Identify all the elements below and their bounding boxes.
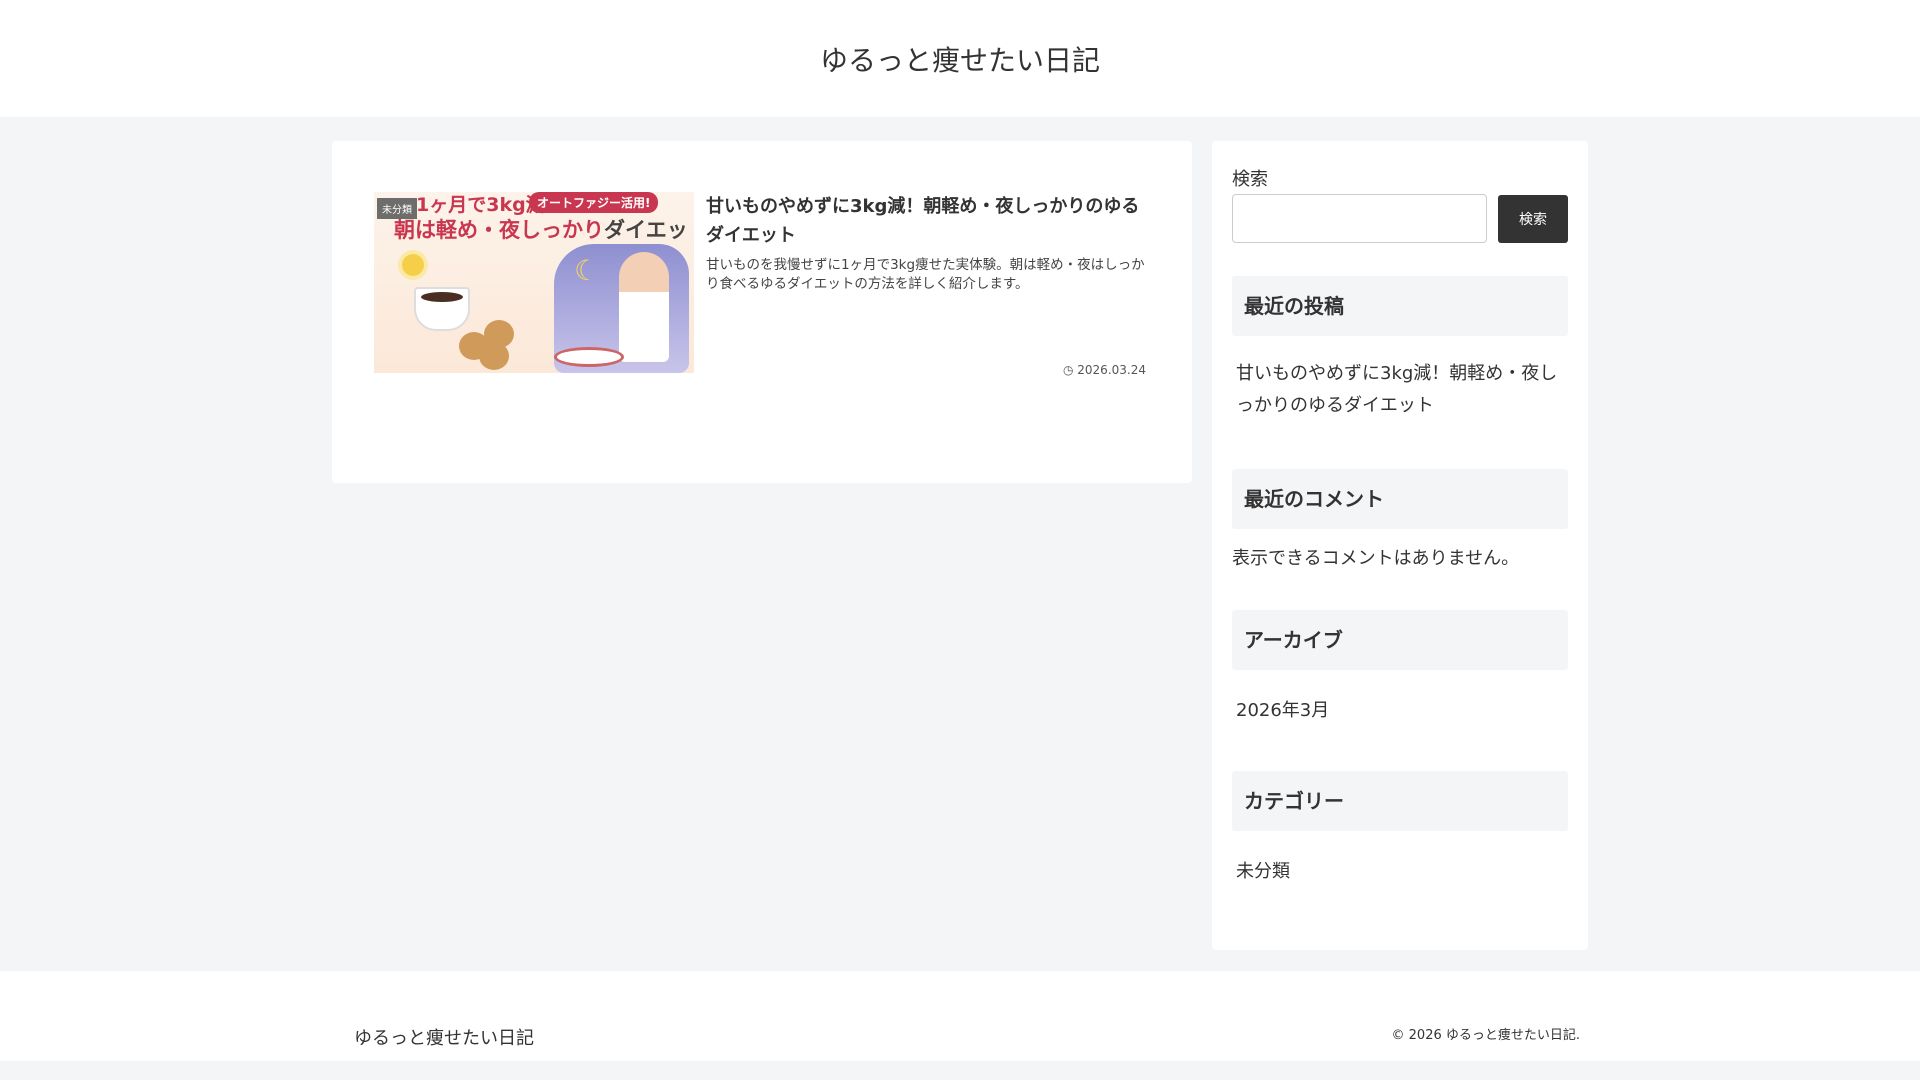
recent-comments-heading: 最近のコメント [1232, 469, 1568, 529]
thumb-text-dark: ダイエット [604, 218, 694, 242]
sun-icon [402, 254, 424, 276]
site-header: ゆるっと痩せたい日記 [0, 0, 1920, 117]
post-date-text: 2026.03.24 [1077, 363, 1146, 377]
search-label: 検索 [1232, 169, 1268, 190]
site-title-link[interactable]: ゆるっと痩せたい日記 [820, 39, 1100, 79]
categories-heading: カテゴリー [1232, 771, 1568, 831]
archives-heading: アーカイブ [1232, 610, 1568, 670]
category-link[interactable]: 未分類 [1236, 856, 1566, 888]
post-title: 甘いものやめずに3kg減！朝軽め・夜しっかりのゆるダイエット [706, 196, 1140, 246]
site-footer: ゆるっと痩せたい日記 © 2026 ゆるっと痩せたい日記. [0, 971, 1920, 1061]
thumb-text-red: 朝は軽め・夜しっかり [394, 218, 604, 242]
post-excerpt: 甘いものを我慢せずに1ヶ月で3kg痩せた実体験。朝は軽め・夜はしっかり食べるゆる… [706, 257, 1145, 292]
cookie-icon [479, 342, 509, 370]
plate-illustration [554, 347, 624, 367]
recent-posts-heading: 最近の投稿 [1232, 276, 1568, 336]
post-list: 1ヶ月で3kg減 オートファジー活用! 朝は軽め・夜しっかりダイエット ☾ 未分… [332, 141, 1192, 483]
no-comments-text: 表示できるコメントはありません。 [1232, 548, 1520, 569]
search-input[interactable] [1232, 194, 1487, 243]
coffee-cup-icon [414, 287, 470, 331]
footer-site-title[interactable]: ゆるっと痩せたい日記 [354, 1024, 534, 1050]
clock-icon: ◷ [1062, 363, 1074, 377]
post-card[interactable]: 1ヶ月で3kg減 オートファジー活用! 朝は軽め・夜しっかりダイエット ☾ 未分… [374, 192, 1146, 377]
thumb-badge: オートファジー活用! [529, 192, 659, 213]
post-date: ◷ 2026.03.24 [1063, 363, 1146, 377]
search-button[interactable]: 検索 [1498, 195, 1568, 243]
sidebar: 検索 検索 最近の投稿 甘いものやめずに3kg減！朝軽め・夜しっかりのゆるダイエ… [1212, 141, 1588, 950]
category-badge: 未分類 [377, 198, 417, 219]
recent-post-link[interactable]: 甘いものやめずに3kg減！朝軽め・夜しっかりのゆるダイエット [1236, 358, 1566, 422]
thumb-text-2: 朝は軽め・夜しっかりダイエット [394, 214, 694, 244]
archive-link[interactable]: 2026年3月 [1236, 695, 1566, 727]
moon-icon: ☾ [574, 254, 600, 287]
woman-illustration [619, 252, 669, 362]
post-thumbnail: 1ヶ月で3kg減 オートファジー活用! 朝は軽め・夜しっかりダイエット ☾ 未分… [374, 192, 694, 373]
copyright: © 2026 ゆるっと痩せたい日記. [1391, 1028, 1580, 1043]
